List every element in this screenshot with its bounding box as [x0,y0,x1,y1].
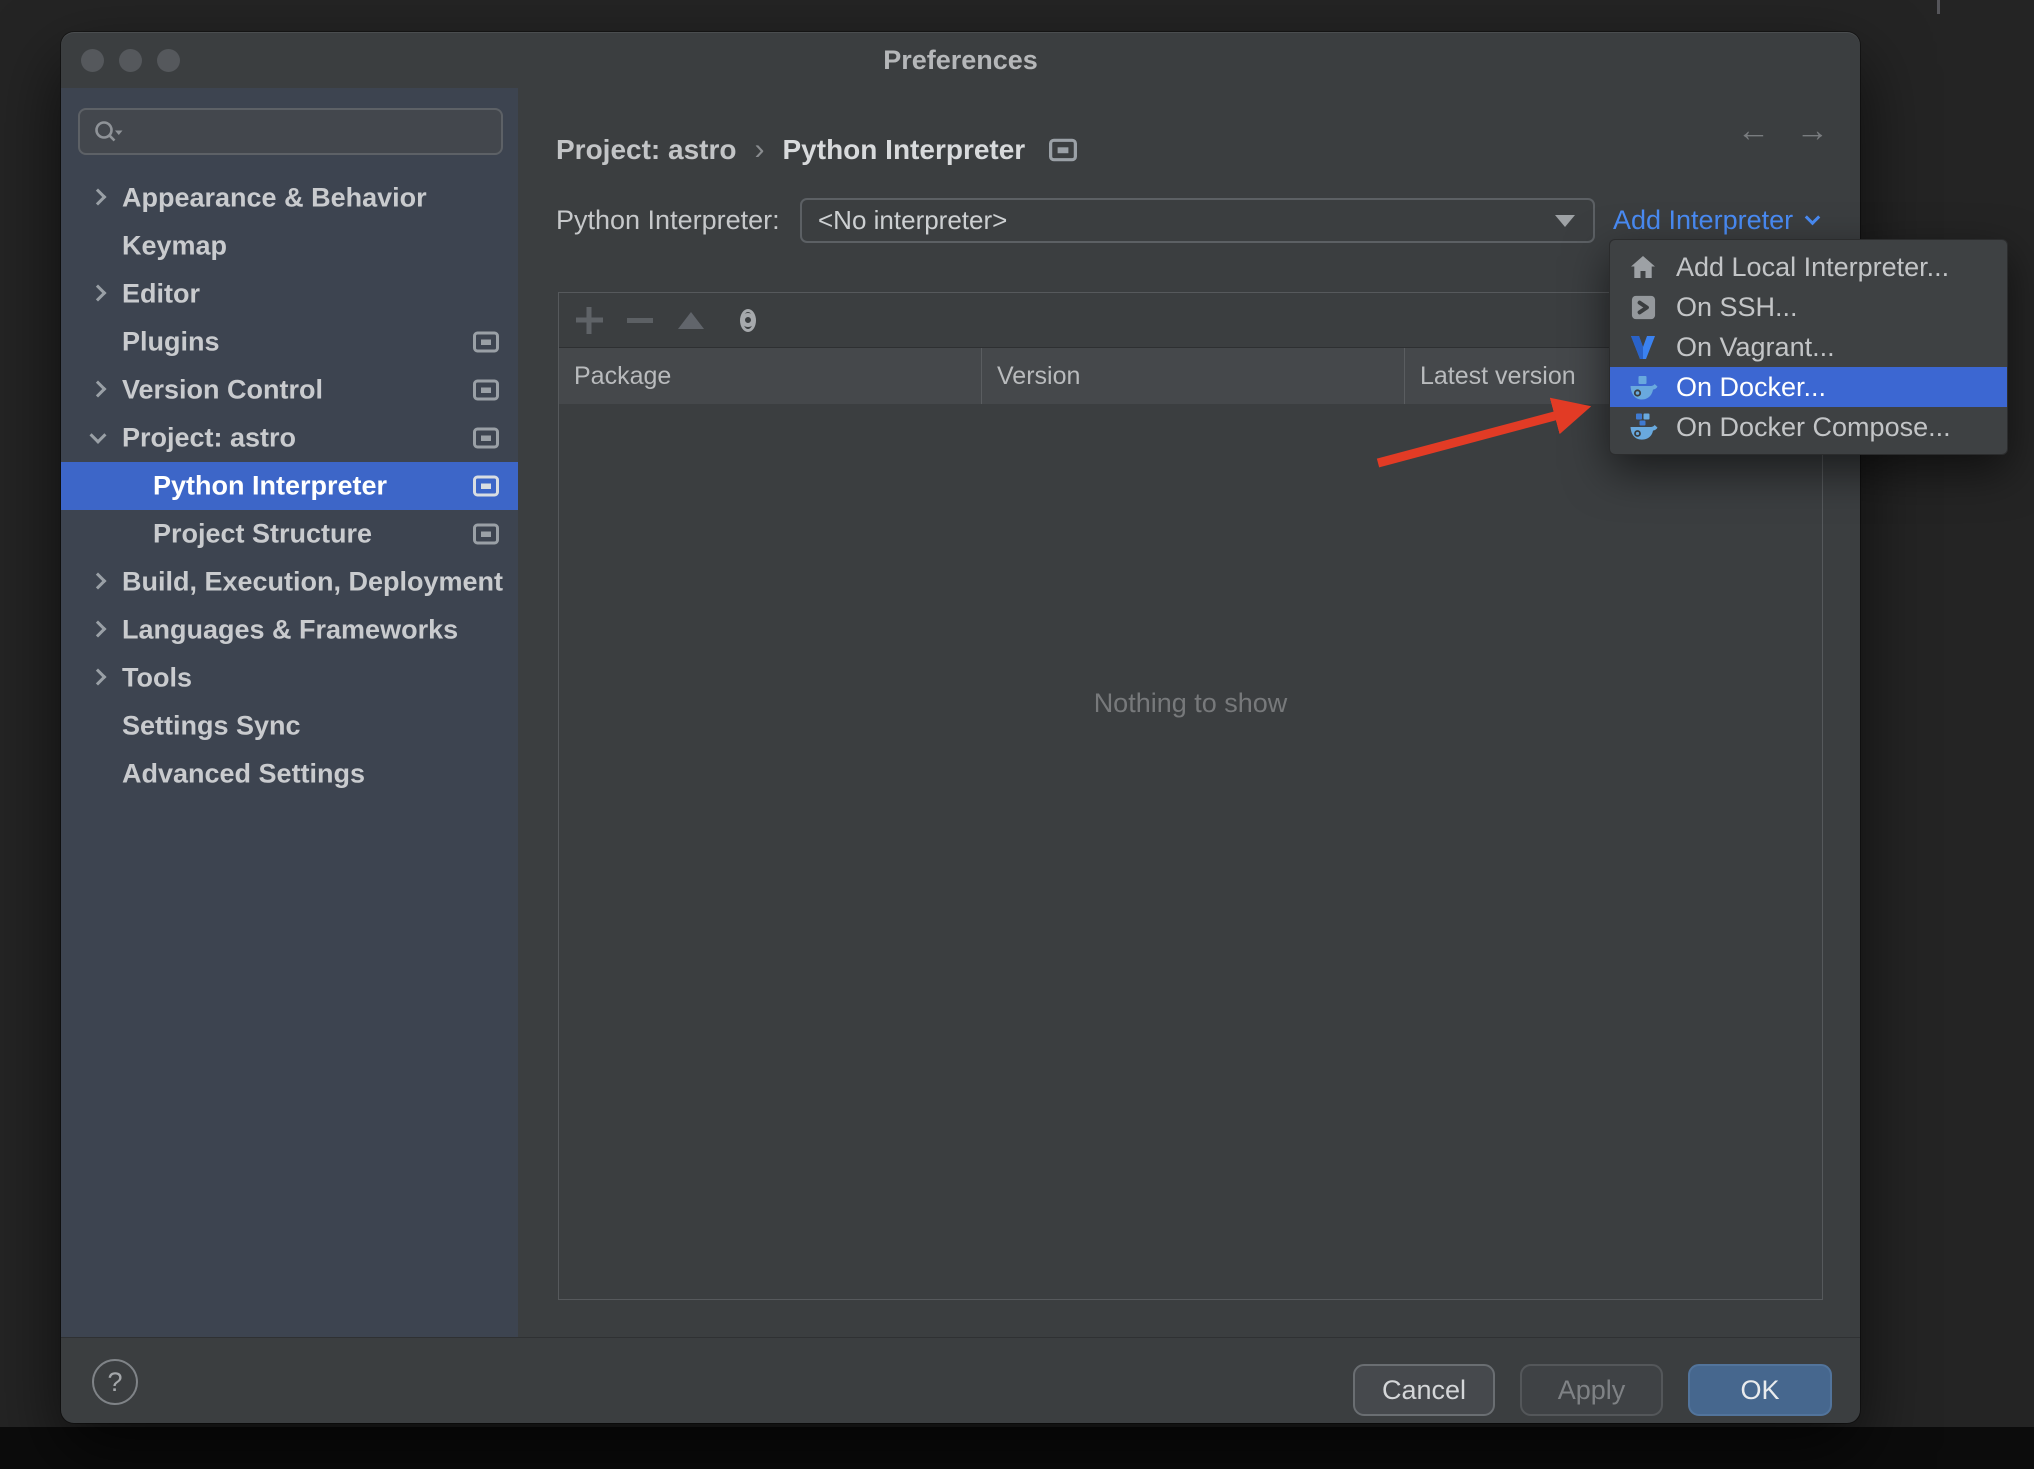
remove-package-button[interactable] [626,306,654,334]
sidebar-item-settings-sync[interactable]: Settings Sync [61,702,518,750]
chevron-down-icon[interactable] [89,426,107,444]
add-package-button[interactable] [575,306,603,334]
chevron-right-icon[interactable] [89,380,107,398]
background-artifact [1937,0,1940,14]
settings-sidebar: Appearance & Behavior Keymap Editor Plug… [61,88,518,1337]
chevron-right-icon[interactable] [89,284,107,302]
sidebar-item-editor[interactable]: Editor [61,270,518,318]
preferences-window: Preferences Appearance & Behavior Keymap [61,32,1860,1423]
monitor-icon [1049,138,1078,162]
menu-item-on-docker[interactable]: On Docker... [1610,367,2007,407]
combobox-caret-icon [1555,214,1575,227]
monitor-icon [473,331,499,353]
chevron-right-icon[interactable] [89,668,107,686]
settings-search-input[interactable] [78,108,503,155]
titlebar: Preferences [61,32,1860,88]
minus-icon [627,317,653,323]
python-interpreter-label: Python Interpreter: [556,205,780,235]
chevron-right-icon[interactable] [89,572,107,590]
docker-compose-icon [1627,411,1659,443]
docker-icon [1627,371,1659,403]
eye-icon [740,308,756,332]
add-interpreter-link[interactable]: Add Interpreter [1613,198,1821,243]
monitor-icon [473,379,499,401]
settings-tree: Appearance & Behavior Keymap Editor Plug… [61,174,518,798]
sidebar-item-python-interpreter[interactable]: Python Interpreter [61,462,518,510]
sidebar-item-version-control[interactable]: Version Control [61,366,518,414]
monitor-icon [473,427,499,449]
dialog-footer: ? Cancel Apply OK [61,1337,1860,1423]
sidebar-item-project-astro[interactable]: Project: astro [61,414,518,462]
menu-item-on-vagrant[interactable]: On Vagrant... [1610,327,2007,367]
show-early-releases-button[interactable] [728,306,756,334]
chevron-right-icon[interactable] [89,188,107,206]
ssh-icon [1627,291,1659,323]
sidebar-item-plugins[interactable]: Plugins [61,318,518,366]
sidebar-item-project-structure[interactable]: Project Structure [61,510,518,558]
sidebar-item-advanced-settings[interactable]: Advanced Settings [61,750,518,798]
sidebar-item-appearance-behavior[interactable]: Appearance & Behavior [61,174,518,222]
question-mark-icon: ? [107,1366,123,1397]
forward-arrow-icon[interactable]: → [1796,111,1829,149]
search-history-caret-icon [115,130,123,135]
column-header-package[interactable]: Package [559,348,982,404]
desktop: Preferences Appearance & Behavior Keymap [0,0,2034,1469]
cancel-button[interactable]: Cancel [1353,1364,1495,1416]
sidebar-item-keymap[interactable]: Keymap [61,222,518,270]
ok-button[interactable]: OK [1688,1364,1832,1416]
package-table-body: Nothing to show [559,404,1822,1299]
menu-item-add-local-interpreter[interactable]: Add Local Interpreter... [1610,247,2007,287]
home-icon [1627,251,1659,283]
sidebar-item-build-execution-deployment[interactable]: Build, Execution, Deployment [61,558,518,606]
chevron-down-icon [1804,209,1821,225]
add-interpreter-menu: Add Local Interpreter... On SSH... On Va… [1609,239,2008,455]
breadcrumb-page: Python Interpreter [782,134,1026,165]
menu-item-on-docker-compose[interactable]: On Docker Compose... [1610,407,2007,447]
help-button[interactable]: ? [92,1359,138,1405]
desktop-bottom-band [0,1427,2034,1469]
apply-button[interactable]: Apply [1520,1364,1663,1416]
history-nav: ← → [1737,110,1829,150]
chevron-right-icon[interactable] [89,620,107,638]
vagrant-icon [1627,331,1659,363]
back-arrow-icon[interactable]: ← [1737,111,1770,149]
window-title: Preferences [883,44,1038,75]
interpreter-combobox-value: <No interpreter> [818,205,1008,235]
sidebar-item-languages-frameworks[interactable]: Languages & Frameworks [61,606,518,654]
up-triangle-icon [678,311,704,329]
column-header-version[interactable]: Version [982,348,1405,404]
breadcrumb: Project: astro › Python Interpreter [556,130,1078,170]
menu-item-on-ssh[interactable]: On SSH... [1610,287,2007,327]
sidebar-item-tools[interactable]: Tools [61,654,518,702]
monitor-icon [473,475,499,497]
breadcrumb-project[interactable]: Project: astro [556,134,737,166]
breadcrumb-separator-icon: › [754,133,765,166]
monitor-icon [473,523,499,545]
search-icon [95,120,123,141]
plus-icon [576,307,603,334]
upgrade-package-button[interactable] [677,306,705,334]
interpreter-combobox[interactable]: <No interpreter> [800,198,1595,243]
empty-table-message: Nothing to show [1093,688,1288,718]
